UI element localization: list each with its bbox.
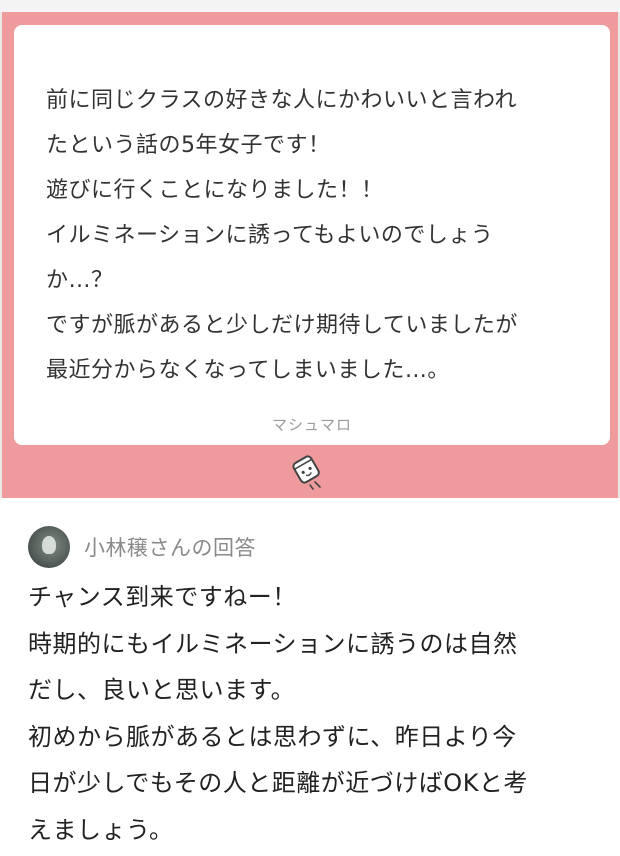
answer-section: 小林穣さんの回答 チャンス到来ですねー！ 時期的にもイルミネーションに誘うのは自… <box>0 498 620 856</box>
answer-line: 日が少しでもその人と距離が近づけばOKと考 <box>28 769 528 797</box>
avatar[interactable] <box>28 526 70 568</box>
answer-line: 時期的にもイルミネーションに誘うのは自然 <box>28 629 518 658</box>
question-line: たという話の5年女子です！ <box>46 133 331 158</box>
question-line: か…？ <box>46 268 114 293</box>
answer-text: チャンス到来ですねー！ 時期的にもイルミネーションに誘うのは自然 だし、良いと思… <box>28 574 608 853</box>
answer-line: だし、良いと思います。 <box>28 676 296 704</box>
answer-line: チャンス到来ですねー！ <box>28 583 297 611</box>
question-line: 遊びに行くことになりました！！ <box>46 178 384 203</box>
answerer-label: 小林穣さんの回答 <box>84 536 256 560</box>
question-panel: 前に同じクラスの好きな人にかわいいと言われ たという話の5年女子です！ 遊びに行… <box>0 12 620 498</box>
answer-line: 初めから脈があるとは思わずに、昨日より今 <box>28 722 517 751</box>
question-text: 前に同じクラスの好きな人にかわいいと言われ たという話の5年女子です！ 遊びに行… <box>46 78 576 393</box>
question-line: ですが脈があると少しだけ期待していましたが <box>46 313 518 338</box>
top-strip <box>0 0 620 12</box>
question-line: 前に同じクラスの好きな人にかわいいと言われ <box>46 88 517 113</box>
question-card: 前に同じクラスの好きな人にかわいいと言われ たという話の5年女子です！ 遊びに行… <box>14 25 610 445</box>
answer-header: 小林穣さんの回答 <box>28 525 256 569</box>
question-line: イルミネーションに誘ってもよいのでしょう <box>46 223 494 248</box>
marshmallow-icon <box>292 455 321 490</box>
answer-line: えましょう。 <box>28 815 174 844</box>
brand-label: マシュマロ <box>271 416 352 434</box>
question-line: 最近分からなくなってしまいました…。 <box>46 358 450 383</box>
